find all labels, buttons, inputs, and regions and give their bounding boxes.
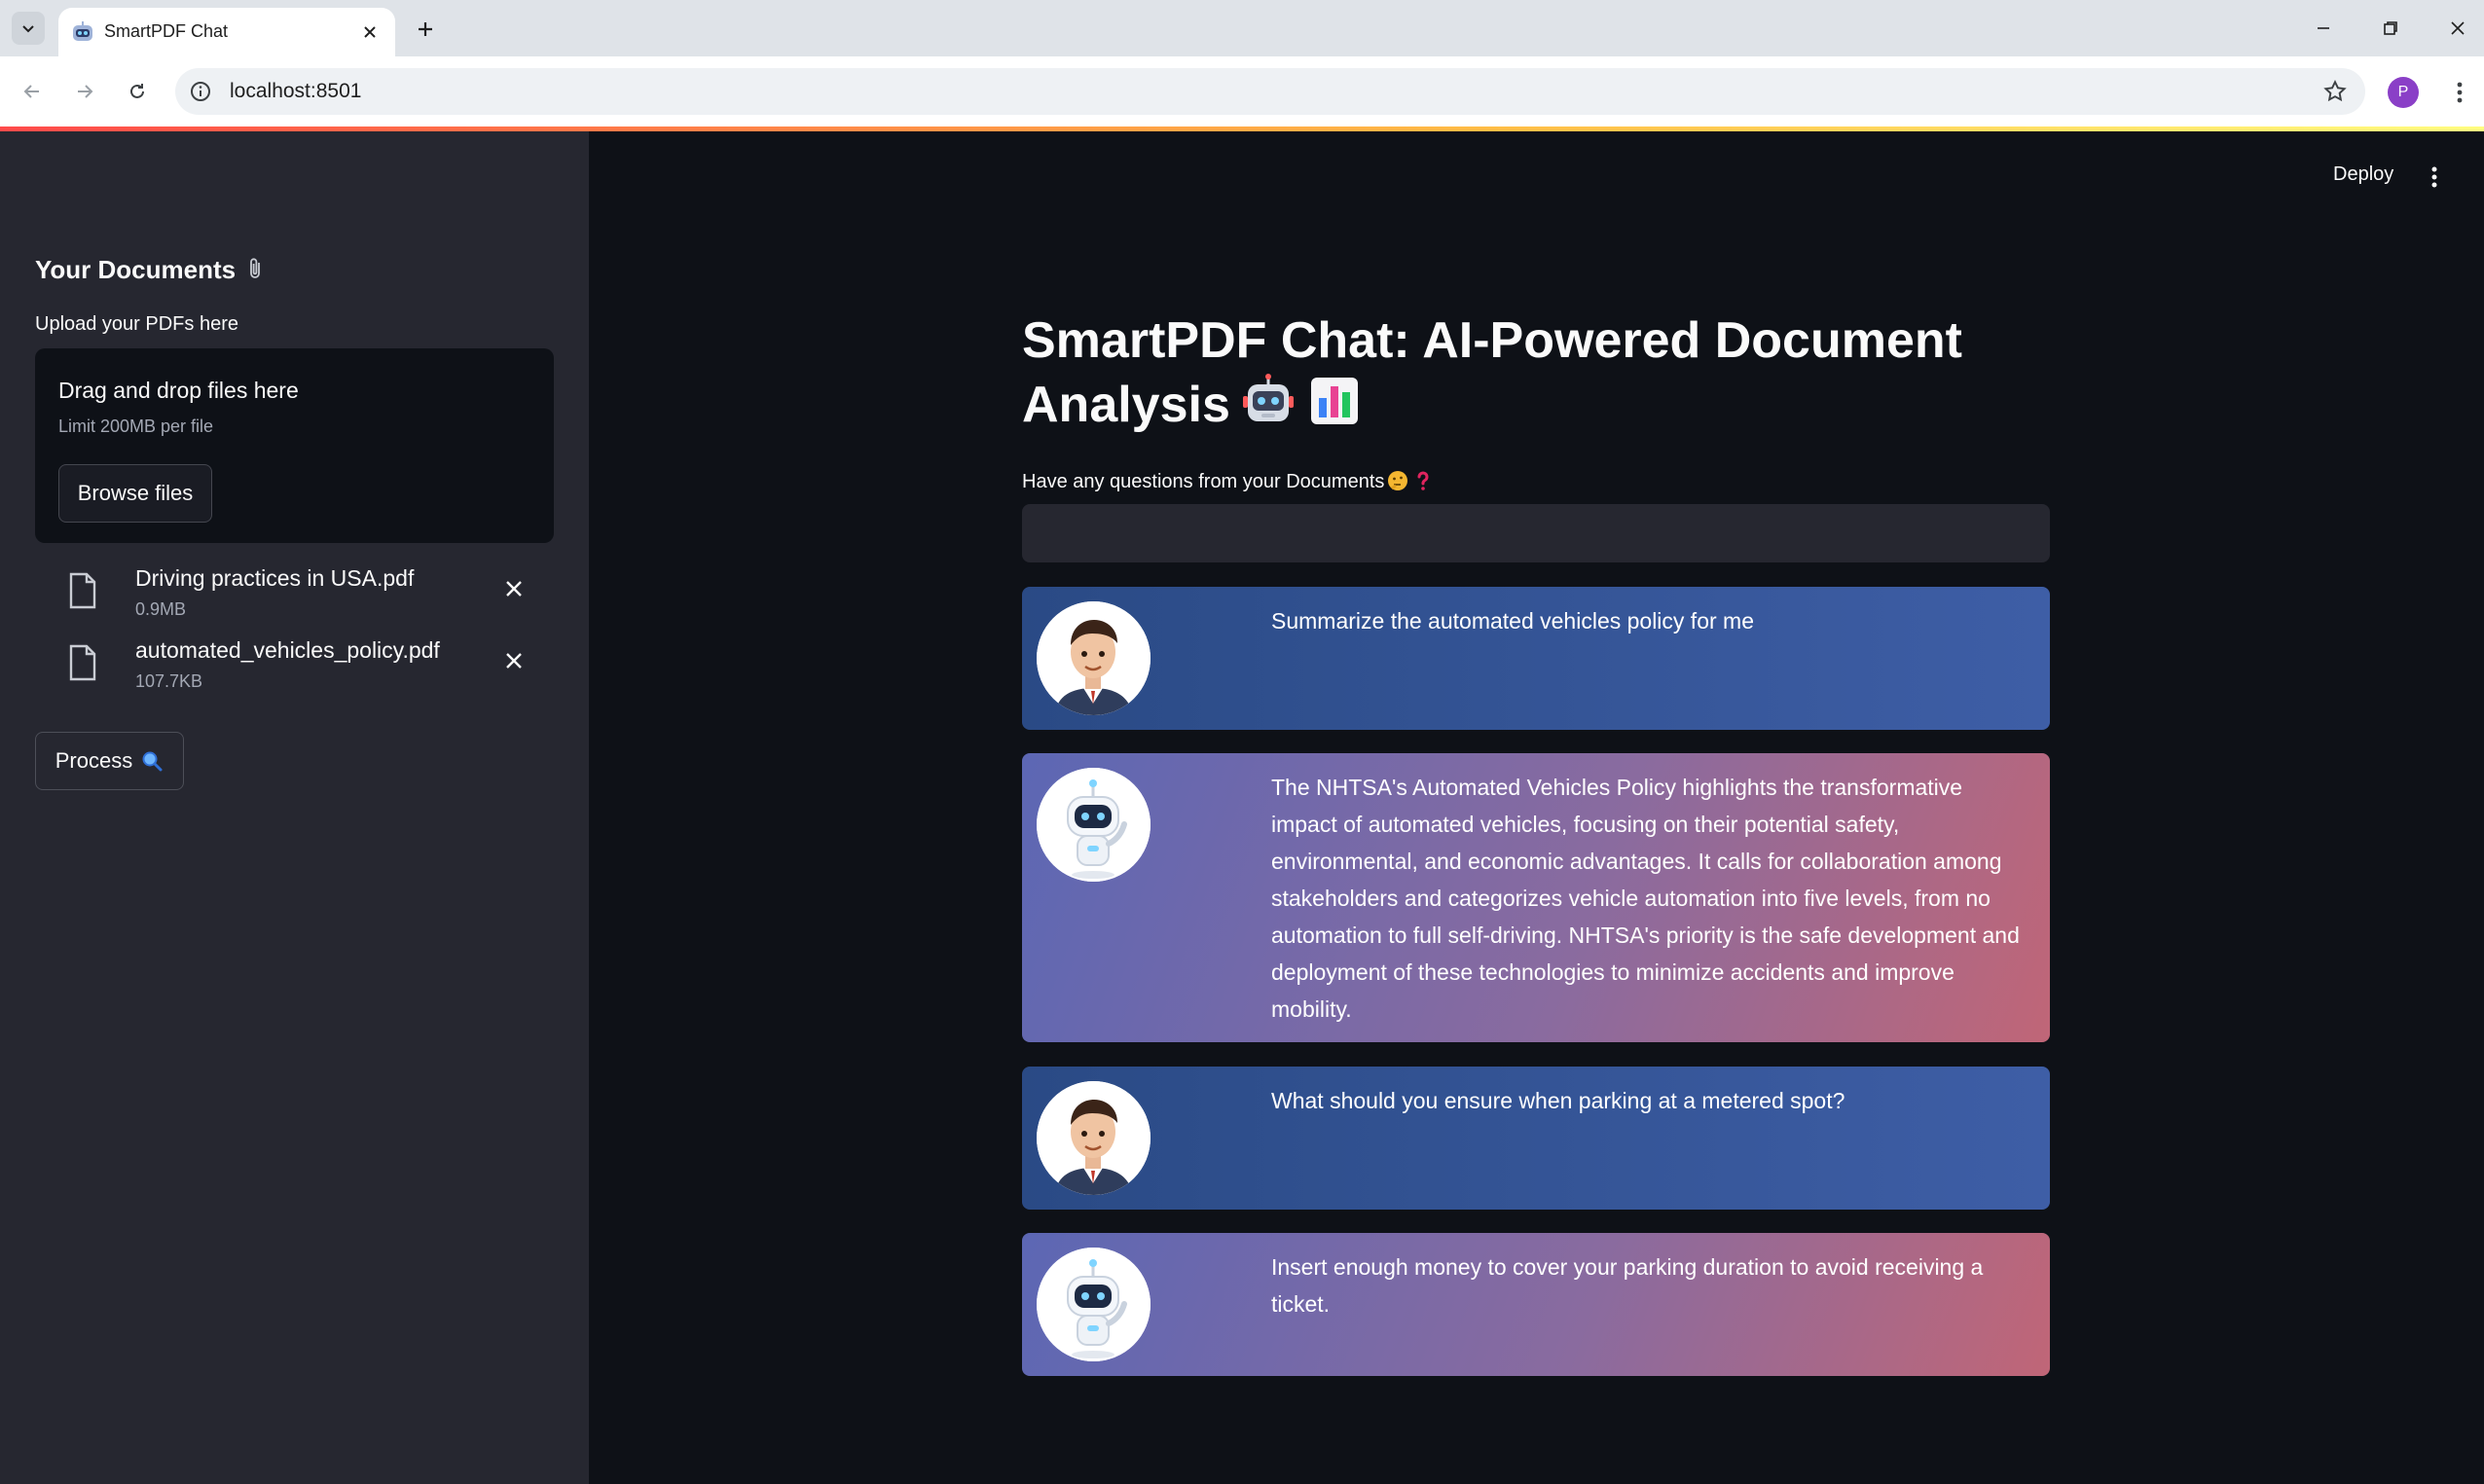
- message-text: What should you ensure when parking at a…: [1271, 1088, 1845, 1113]
- chat-message-bot: The NHTSA's Automated Vehicles Policy hi…: [1022, 753, 2050, 1042]
- bookmark-star-icon[interactable]: [2322, 79, 2348, 104]
- browser-toolbar: localhost:8501 P: [0, 56, 2484, 127]
- new-tab-plus-icon[interactable]: [409, 13, 442, 46]
- restore-icon[interactable]: [2368, 10, 2413, 47]
- question-label: Have any questions from your Documents: [1022, 469, 1435, 493]
- close-window-icon[interactable]: [2435, 10, 2480, 47]
- magnifying-glass-icon: [142, 751, 163, 772]
- sidebar-title: Your Documents: [35, 255, 267, 285]
- uploaded-file-row: Driving practices in USA.pdf 0.9MB: [35, 564, 554, 633]
- chat-message-user: What should you ensure when parking at a…: [1022, 1067, 2050, 1210]
- bot-avatar: [1037, 768, 1151, 882]
- question-label-text: Have any questions from your Documents: [1022, 471, 1385, 492]
- app-menu-icon[interactable]: [2420, 161, 2449, 194]
- file-name: Driving practices in USA.pdf: [135, 565, 415, 591]
- back-arrow-icon[interactable]: [13, 72, 52, 111]
- robot-emoji-icon: [1242, 374, 1294, 421]
- message-text: The NHTSA's Automated Vehicles Policy hi…: [1271, 775, 2020, 1022]
- dropzone-title: Drag and drop files here: [58, 378, 299, 403]
- deploy-button[interactable]: Deploy: [2321, 158, 2405, 192]
- thinking-face-emoji-icon: [1388, 471, 1408, 490]
- tab-search-button[interactable]: [12, 12, 45, 45]
- remove-file-close-icon[interactable]: [499, 574, 529, 603]
- sidebar-title-text: Your Documents: [35, 255, 237, 284]
- file-icon: [69, 644, 96, 681]
- file-dropzone[interactable]: Drag and drop files here Limit 200MB per…: [35, 348, 554, 543]
- process-button-label: Process: [55, 748, 133, 773]
- chat-message-bot: Insert enough money to cover your parkin…: [1022, 1233, 2050, 1376]
- page-title-text: SmartPDF Chat: AI-Powered Document Analy…: [1022, 312, 1962, 433]
- user-avatar: [1037, 601, 1151, 715]
- minimize-icon[interactable]: [2301, 10, 2346, 47]
- message-text: Summarize the automated vehicles policy …: [1271, 608, 1754, 633]
- site-info-icon[interactable]: [189, 80, 212, 103]
- message-text: Insert enough money to cover your parkin…: [1271, 1254, 1984, 1317]
- profile-avatar[interactable]: P: [2388, 77, 2419, 108]
- upload-label: Upload your PDFs here: [35, 313, 238, 335]
- browser-tab[interactable]: SmartPDF Chat: [58, 8, 395, 56]
- chat-message-user: Summarize the automated vehicles policy …: [1022, 587, 2050, 730]
- address-bar[interactable]: localhost:8501: [175, 68, 2365, 115]
- question-input[interactable]: [1022, 504, 2050, 562]
- sidebar: Your Documents Upload your PDFs here Dra…: [0, 131, 589, 1484]
- bar-chart-emoji-icon: [1310, 378, 1358, 424]
- process-button[interactable]: Process: [35, 732, 184, 790]
- uploaded-file-row: automated_vehicles_policy.pdf 107.7KB: [35, 636, 554, 705]
- file-size: 0.9MB: [135, 599, 187, 619]
- file-name: automated_vehicles_policy.pdf: [135, 637, 440, 663]
- chevron-down-icon: [22, 25, 34, 33]
- dropzone-limit: Limit 200MB per file: [58, 416, 214, 436]
- remove-file-close-icon[interactable]: [499, 646, 529, 675]
- file-size: 107.7KB: [135, 671, 203, 691]
- page-title: SmartPDF Chat: AI-Powered Document Analy…: [1022, 309, 2054, 437]
- url-text: localhost:8501: [230, 80, 362, 102]
- paperclip-icon: [250, 258, 261, 278]
- user-avatar: [1037, 1081, 1151, 1195]
- robot-favicon-icon: [73, 21, 92, 41]
- reload-icon[interactable]: [118, 72, 157, 111]
- tab-title: SmartPDF Chat: [104, 21, 229, 41]
- browser-tab-bar: SmartPDF Chat: [0, 0, 2484, 56]
- forward-arrow-icon[interactable]: [65, 72, 104, 111]
- file-icon: [69, 572, 96, 609]
- bot-avatar: [1037, 1248, 1151, 1361]
- red-question-mark-icon: [1417, 471, 1429, 490]
- browser-menu-icon[interactable]: [2445, 76, 2474, 109]
- tab-close-icon[interactable]: [356, 18, 384, 46]
- browse-files-button[interactable]: Browse files: [58, 464, 212, 523]
